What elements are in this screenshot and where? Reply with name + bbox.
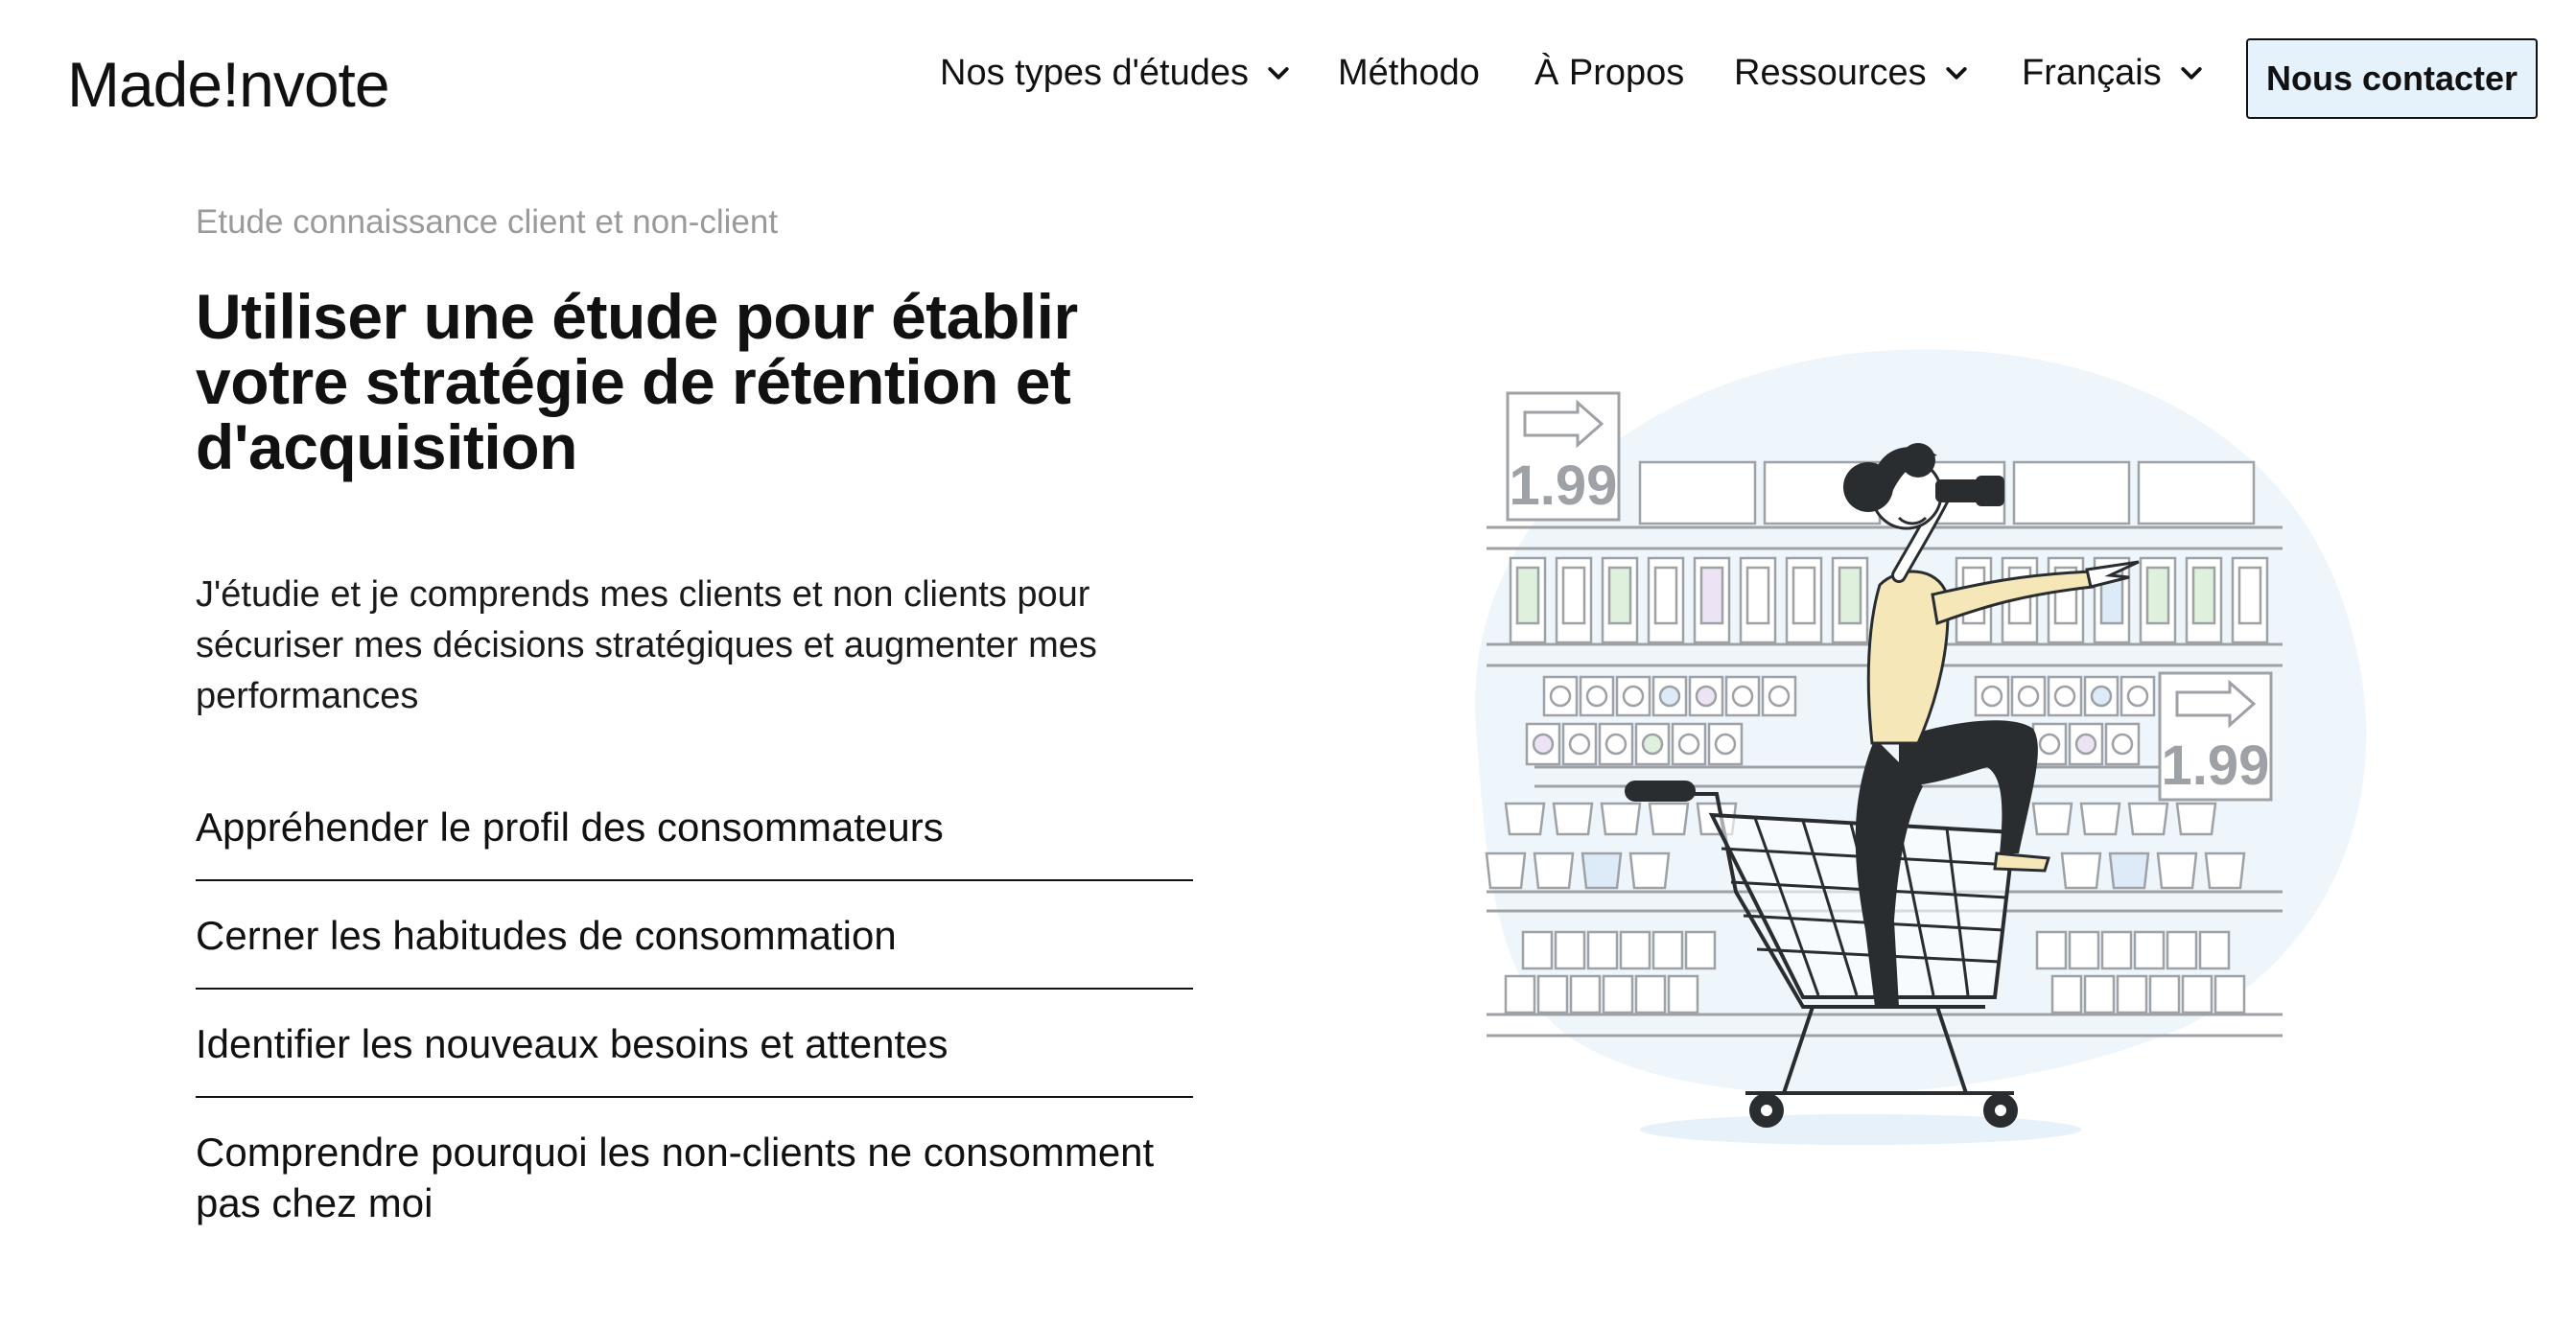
nav-item-langue[interactable]: Français [2022, 53, 2206, 94]
benefits-list: Appréhender le profil des consommateurs … [196, 802, 1193, 1255]
logo-mark: ! [222, 49, 239, 120]
contact-button[interactable]: Nous contacter [2246, 38, 2538, 119]
chevron-down-icon [2181, 66, 2202, 80]
price-left: 1.99 [1510, 455, 1618, 517]
logo-text-made: Made [67, 49, 222, 120]
divider [196, 988, 1193, 990]
logo[interactable]: Made!nvote [67, 48, 390, 121]
nav-label: Nos types d'études [940, 53, 1249, 93]
list-item: Identifier les nouveaux besoins et atten… [196, 1021, 948, 1066]
nav-label: À Propos [1534, 53, 1685, 93]
nav-label: Méthodo [1338, 53, 1480, 93]
divider [196, 879, 1193, 881]
page-title: Utiliser une étude pour établir votre st… [196, 281, 1078, 482]
nav-item-ressources[interactable]: Ressources [1734, 53, 1971, 94]
nav-label: Ressources [1734, 53, 1927, 93]
list-item: Comprendre pourquoi les non-clients ne c… [196, 1130, 1155, 1225]
nav-label: Français [2022, 53, 2162, 93]
intro-text: J'étudie et je comprends mes clients et … [196, 574, 1097, 716]
nav-item-types-etudes[interactable]: Nos types d'études [940, 53, 1293, 94]
price-tag-left: 1.99 [1506, 391, 1621, 522]
eyebrow-label: Etude connaissance client et non-client [196, 203, 779, 241]
logo-text-nvote: nvote [239, 49, 389, 120]
divider [196, 1096, 1193, 1098]
shopping-illustration: 1.99 1.99 [1475, 349, 2367, 1145]
chevron-down-icon [1946, 66, 1967, 80]
nav-item-a-propos[interactable]: À Propos [1534, 53, 1684, 94]
chevron-down-icon [1268, 66, 1289, 80]
list-item: Appréhender le profil des consommateurs [196, 804, 944, 850]
price-right: 1.99 [2162, 734, 2270, 797]
price-tag-right: 1.99 [2158, 671, 2273, 802]
nav-item-methodo[interactable]: Méthodo [1338, 53, 1480, 94]
list-item: Cerner les habitudes de consommation [196, 913, 897, 958]
